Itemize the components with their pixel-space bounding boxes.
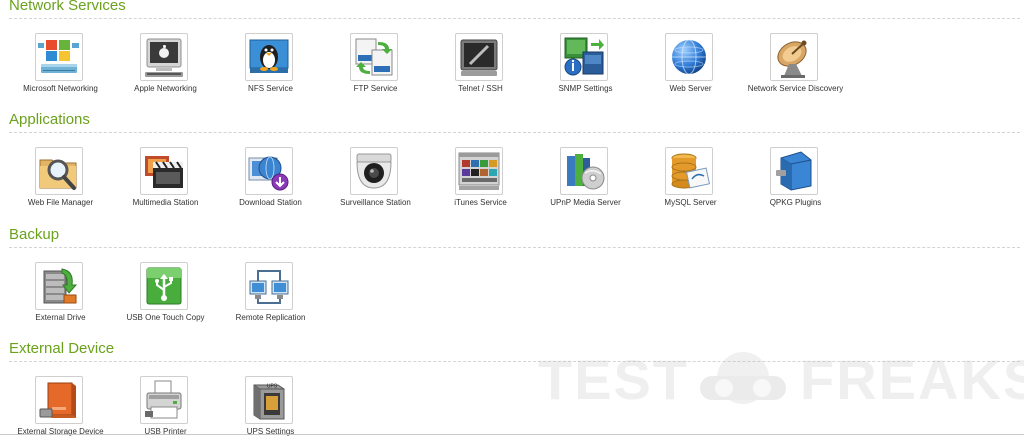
- media-disc-icon[interactable]: [560, 147, 608, 195]
- external-drive-icon[interactable]: [35, 376, 83, 424]
- watermark-logo: TEST FREAKS: [538, 344, 1024, 426]
- section-divider: [9, 247, 1020, 248]
- section-title: Applications: [9, 111, 90, 128]
- section-title: Network Services: [9, 0, 126, 14]
- globe-icon[interactable]: [665, 33, 713, 81]
- satellite-dish-icon[interactable]: [770, 33, 818, 81]
- bottom-border: [0, 434, 1024, 435]
- snmp-monitor-icon[interactable]: [560, 33, 608, 81]
- qpkg-box-icon[interactable]: [770, 147, 818, 195]
- server-arrow-icon[interactable]: [35, 262, 83, 310]
- folder-magnifier-icon[interactable]: [35, 147, 83, 195]
- linux-penguin-icon[interactable]: [245, 33, 293, 81]
- svg-text:UPS: UPS: [267, 384, 278, 390]
- itunes-grid-icon[interactable]: [455, 147, 503, 195]
- section-title: External Device: [9, 340, 115, 357]
- item-label: Network Service Discovery: [747, 84, 844, 93]
- item-label: QPKG Plugins: [769, 198, 822, 207]
- replication-icon[interactable]: [245, 262, 293, 310]
- database-icon[interactable]: [665, 147, 713, 195]
- apple-monitor-icon[interactable]: [140, 33, 188, 81]
- item-label: Remote Replication: [235, 313, 306, 322]
- section-title: Backup: [9, 226, 60, 243]
- terminal-icon[interactable]: [455, 33, 503, 81]
- usb-icon[interactable]: [140, 262, 188, 310]
- ups-icon[interactable]: UPS: [245, 376, 293, 424]
- section-divider: [9, 132, 1020, 133]
- download-globe-icon[interactable]: [245, 147, 293, 195]
- printer-icon[interactable]: [140, 376, 188, 424]
- clapperboard-icon[interactable]: [140, 147, 188, 195]
- goggles-icon: [700, 352, 786, 404]
- watermark-text-right: FREAKS: [800, 348, 1024, 411]
- watermark-text-left: TEST: [538, 348, 690, 411]
- security-camera-icon[interactable]: [350, 147, 398, 195]
- windows-network-icon[interactable]: [35, 33, 83, 81]
- ftp-transfer-icon[interactable]: [350, 33, 398, 81]
- section-divider: [9, 18, 1020, 19]
